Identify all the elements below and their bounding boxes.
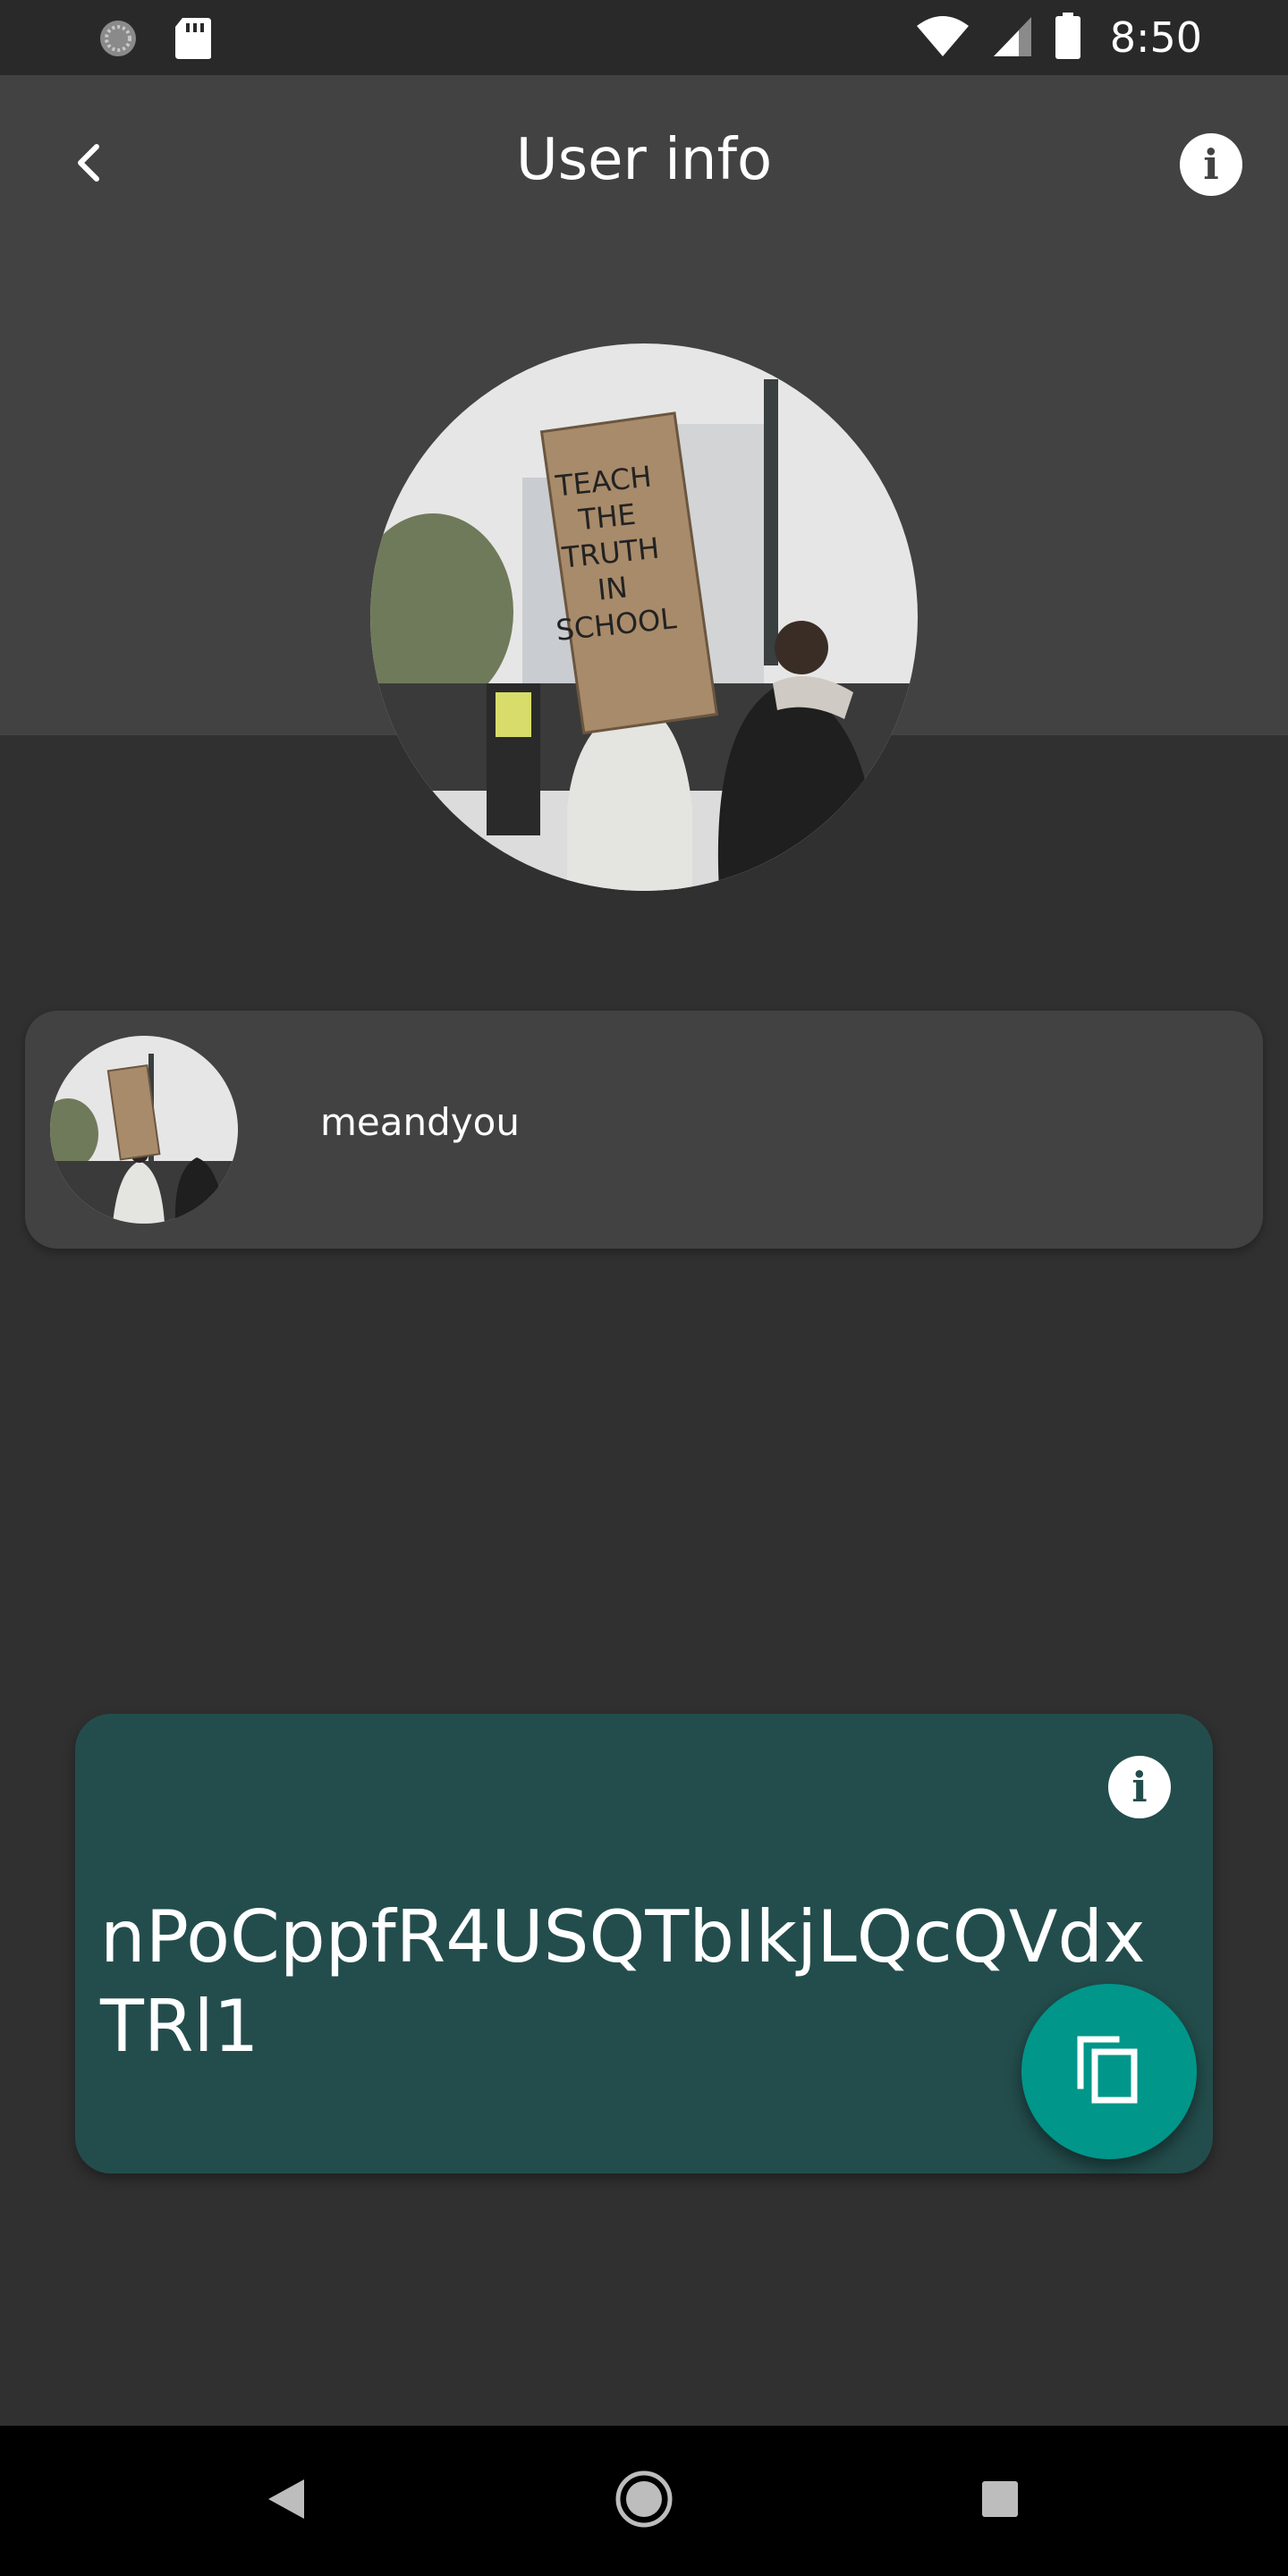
avatar-sign-line-4: IN — [596, 570, 629, 606]
wifi-icon — [915, 13, 970, 62]
loading-icon — [97, 17, 140, 64]
sd-card-icon — [174, 16, 213, 64]
copy-icon — [1073, 2032, 1145, 2111]
id-info-button[interactable]: i — [1107, 1755, 1172, 1819]
status-bar: 8:50 — [0, 0, 1288, 75]
info-button[interactable]: i — [1175, 129, 1247, 200]
status-time: 8:50 — [1109, 13, 1202, 62]
page-title: User info — [515, 127, 773, 193]
copy-button[interactable] — [1021, 1984, 1197, 2159]
nav-home-button[interactable] — [599, 2456, 689, 2546]
username: meandyou — [320, 1100, 520, 1144]
user-id-text: nPoCppfR4USQTbIkjLQcQVdxTRl1 — [100, 1895, 1146, 2068]
info-icon: i — [1180, 133, 1242, 196]
avatar-sign-line-2: THE — [576, 497, 637, 538]
system-nav-bar — [0, 2426, 1288, 2576]
home-icon — [613, 2468, 675, 2534]
profile-avatar[interactable]: TEACH THE TRUTH IN SCHOOL — [370, 343, 918, 891]
info-icon: i — [1108, 1756, 1171, 1818]
user-avatar — [50, 1036, 238, 1224]
status-left-icons — [97, 16, 213, 64]
back-icon — [265, 2476, 308, 2526]
user-card[interactable]: meandyou — [25, 1011, 1263, 1249]
signal-icon — [990, 13, 1035, 62]
status-right-icons: 8:50 — [915, 13, 1202, 63]
recents-icon — [979, 2478, 1021, 2524]
battery-icon — [1055, 13, 1081, 63]
nav-back-button[interactable] — [242, 2456, 331, 2546]
nav-recents-button[interactable] — [955, 2456, 1045, 2546]
